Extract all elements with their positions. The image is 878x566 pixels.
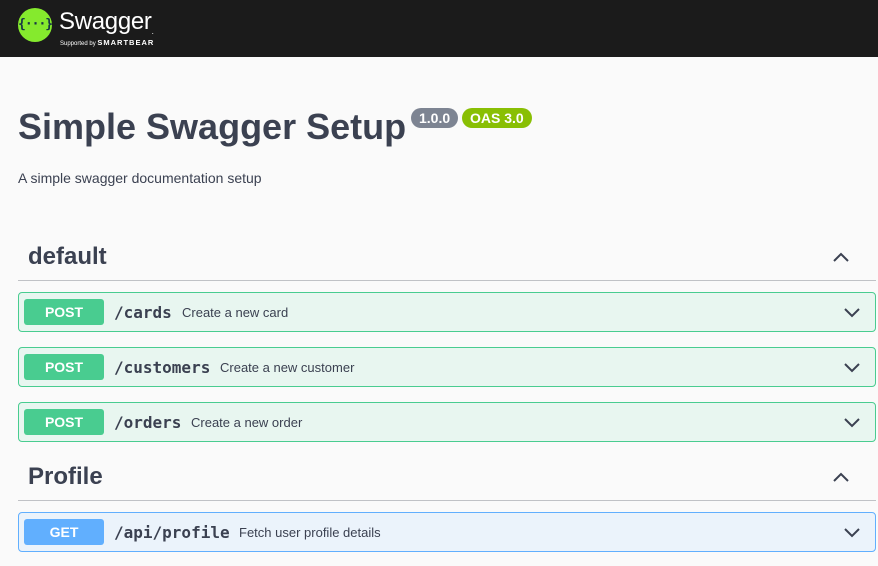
operation-summary: Fetch user profile details [239,525,381,540]
method-badge: POST [24,299,104,325]
chevron-down-icon[interactable] [843,415,861,429]
chevron-up-icon[interactable] [832,470,850,484]
method-badge: POST [24,354,104,380]
method-badge: POST [24,409,104,435]
page-title: Simple Swagger Setup [18,106,407,147]
api-description: A simple swagger documentation setup [18,170,262,186]
section-title: default [28,243,107,270]
chevron-up-icon[interactable] [832,250,850,264]
method-badge: GET [24,519,104,545]
operation-post-cards[interactable]: POST /cards Create a new card [18,292,876,332]
operation-path: /api/profile [114,523,230,542]
chevron-down-icon[interactable] [843,360,861,374]
oas-badge: OAS 3.0 [462,108,532,128]
operation-summary: Create a new order [191,415,303,430]
company-name: SMARTBEAR [97,38,155,47]
operation-summary: Create a new customer [220,360,355,375]
chevron-down-icon[interactable] [843,525,861,539]
chevron-down-icon[interactable] [843,305,861,319]
logo-glyph: {···} [18,17,53,32]
brand-tm: . [151,27,154,36]
operation-path: /orders [114,413,182,432]
operation-path: /cards [114,303,172,322]
swagger-logo-icon[interactable]: {···} [18,8,53,42]
operation-path: /customers [114,358,211,377]
operation-get-api-profile[interactable]: GET /api/profile Fetch user profile deta… [18,512,876,552]
section-title: Profile [28,463,103,490]
supported-by-text: Supported by [60,41,96,47]
brand-tagline: Supported by SMARTBEAR [60,38,154,47]
section-header-profile[interactable]: Profile [18,462,876,501]
brand-name[interactable]: Swagger. [59,8,154,36]
operation-summary: Create a new card [182,305,289,320]
version-badge: 1.0.0 [411,108,459,128]
operation-post-orders[interactable]: POST /orders Create a new order [18,402,876,442]
section-header-default[interactable]: default [18,242,876,281]
brand-text: Swagger [59,8,152,35]
operation-post-customers[interactable]: POST /customers Create a new customer [18,347,876,387]
topbar: {···} Swagger. Supported by SMARTBEAR [0,0,878,57]
